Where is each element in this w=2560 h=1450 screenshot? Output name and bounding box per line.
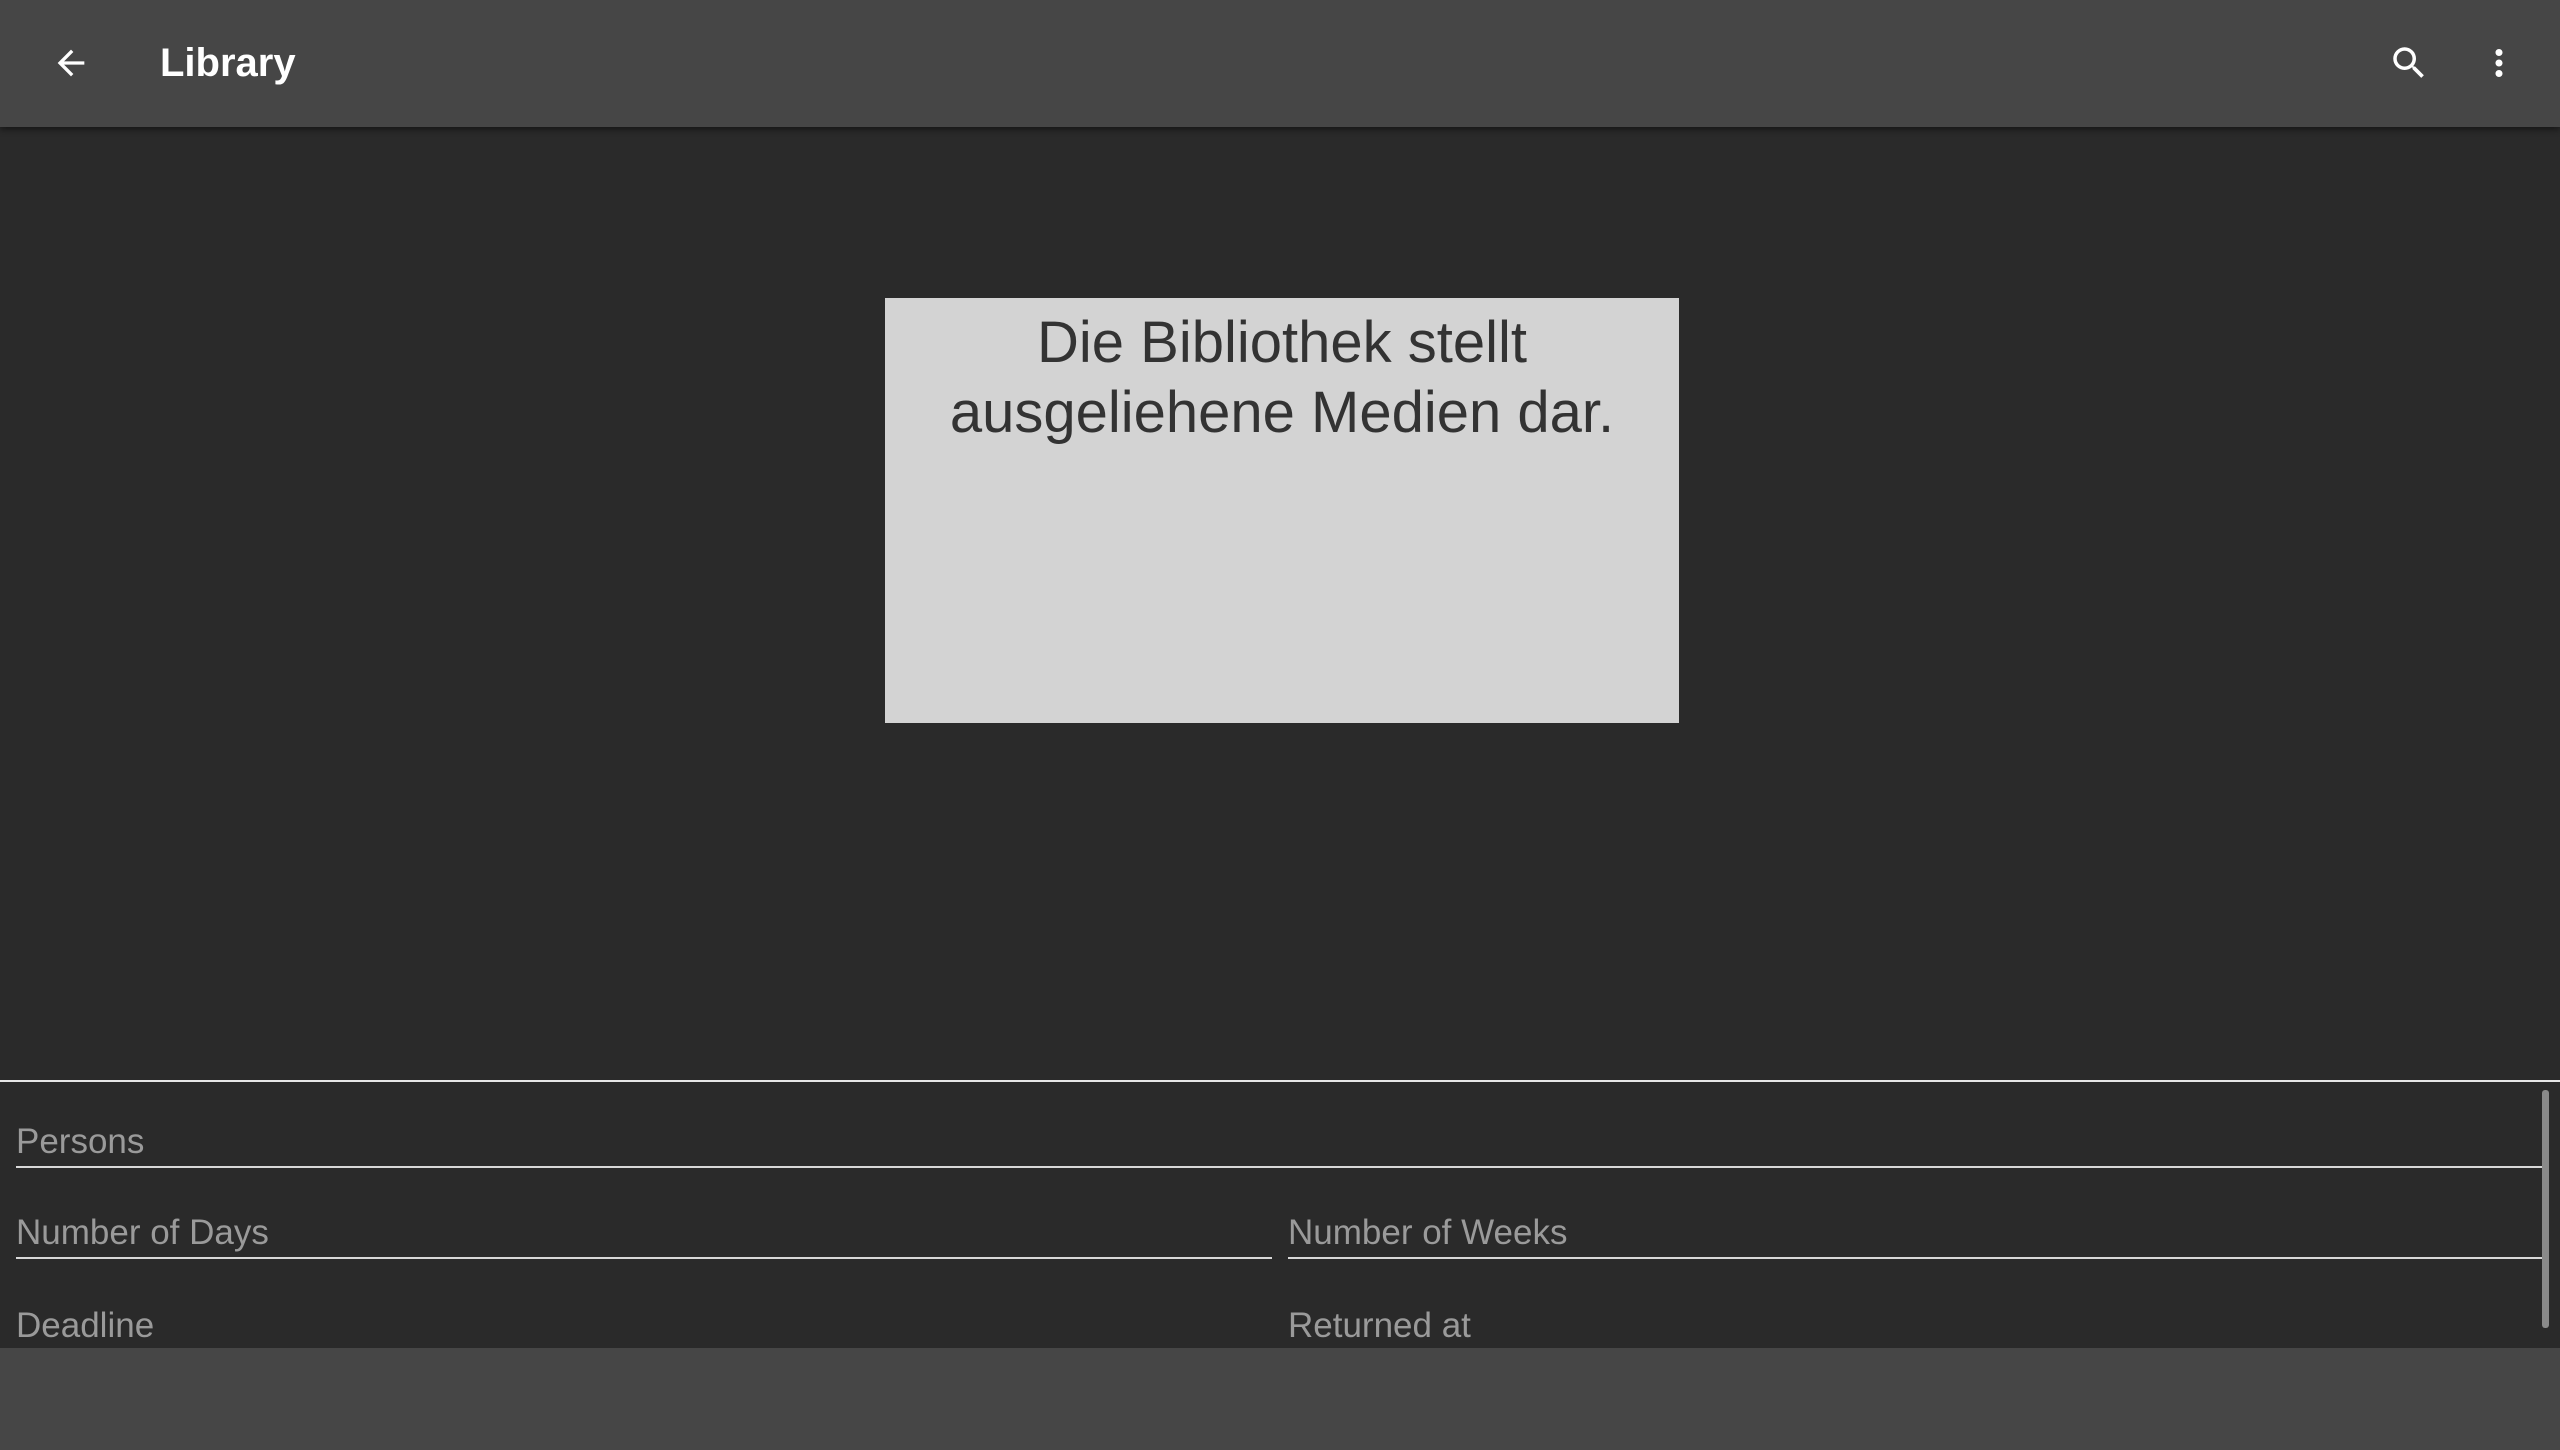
deadline-field[interactable]: Deadline [16,1264,1272,1348]
search-button[interactable] [2368,22,2450,104]
search-icon [2393,47,2424,78]
bottom-bar [0,1348,2560,1450]
library-screen: Library Die Bibliothek stellt ausgeliehe… [0,0,2560,1450]
returned-at-field[interactable]: Returned at [1288,1264,2546,1348]
number-of-days-field[interactable]: Number of Days [16,1173,1272,1259]
back-button[interactable] [30,22,112,104]
persons-field[interactable]: Persons [16,1082,2546,1168]
overflow-menu-button[interactable] [2458,22,2540,104]
toolbar-title: Library [160,41,296,85]
deadline-label: Deadline [16,1306,155,1345]
image-text-line-2: ausgeliehene Medien dar. [949,380,1615,445]
number-of-weeks-label: Number of Weeks [1288,1213,1568,1252]
library-description-image: Die Bibliothek stellt ausgeliehene Medie… [885,298,1679,723]
more-vertical-icon [2495,49,2503,77]
app-toolbar: Library [0,0,2560,127]
loan-form: Persons Number of Days Number of Weeks D… [0,1082,2560,1348]
image-text-line-1: Die Bibliothek stellt [1037,310,1527,375]
arrow-back-icon [57,49,85,77]
persons-field-label: Persons [16,1122,145,1161]
number-of-days-label: Number of Days [16,1213,269,1252]
number-of-weeks-field[interactable]: Number of Weeks [1288,1173,2546,1259]
returned-at-label: Returned at [1288,1306,1471,1345]
form-scrollbar[interactable] [2542,1090,2549,1328]
